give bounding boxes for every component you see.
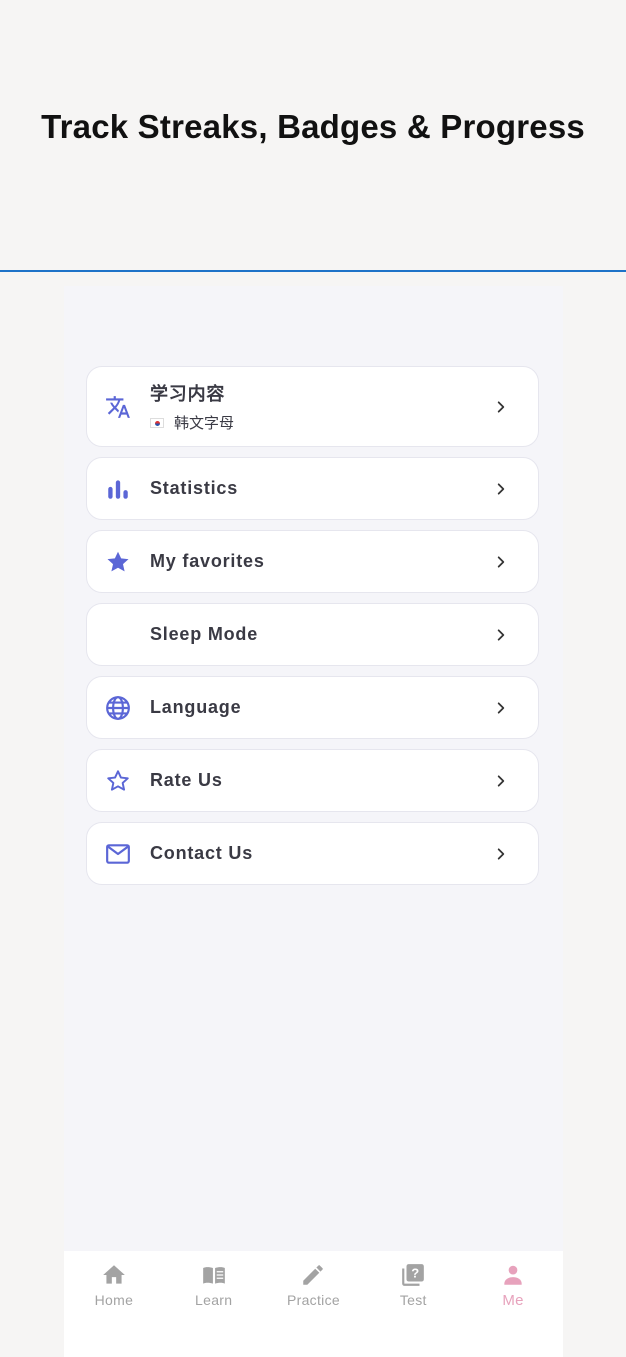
- app-screen: 学习内容 韩文字母 Statistics My favorites Sleep …: [64, 286, 563, 1357]
- menu-item-study-content[interactable]: 学习内容 韩文字母: [86, 366, 539, 447]
- chevron-right-icon: [494, 555, 508, 569]
- menu-label-language: Language: [150, 697, 242, 717]
- menu-item-sleep-mode[interactable]: Sleep Mode: [86, 603, 539, 666]
- moon-icon: [104, 621, 132, 649]
- korea-flag-icon: [150, 417, 164, 428]
- menu-item-statistics[interactable]: Statistics: [86, 457, 539, 520]
- tab-learn[interactable]: Learn: [164, 1251, 264, 1357]
- menu-item-rate-us[interactable]: Rate Us: [86, 749, 539, 812]
- menu-item-contact-us[interactable]: Contact Us: [86, 822, 539, 885]
- menu-label-sleep-mode: Sleep Mode: [150, 624, 259, 644]
- tab-practice[interactable]: Practice: [264, 1251, 364, 1357]
- tab-me[interactable]: Me: [463, 1251, 563, 1357]
- menu-sublabel-study-content: 韩文字母: [174, 415, 235, 432]
- star-outline-icon: [104, 767, 132, 795]
- chevron-right-icon: [494, 847, 508, 861]
- home-icon: [103, 1265, 125, 1284]
- menu-label-rate-us: Rate Us: [150, 770, 223, 790]
- pencil-icon: [303, 1265, 324, 1285]
- translate-icon: [104, 393, 132, 421]
- tab-label-learn: Learn: [195, 1292, 233, 1308]
- tab-label-me: Me: [502, 1292, 524, 1309]
- bottom-tab-bar: Home Learn Practice ? Test Me: [64, 1251, 563, 1357]
- tab-label-test: Test: [399, 1292, 427, 1308]
- bar-chart-icon: [104, 475, 132, 503]
- menu-item-favorites[interactable]: My favorites: [86, 530, 539, 593]
- tab-test[interactable]: ? Test: [363, 1251, 463, 1357]
- svg-text:?: ?: [411, 1266, 419, 1281]
- menu-label-statistics: Statistics: [150, 478, 239, 498]
- promo-headline: Track Streaks, Badges & Progress: [41, 108, 585, 145]
- person-icon: [504, 1265, 522, 1285]
- menu-item-language[interactable]: Language: [86, 676, 539, 739]
- tab-home[interactable]: Home: [64, 1251, 164, 1357]
- tab-label-home: Home: [94, 1292, 134, 1308]
- mail-icon: [104, 840, 132, 868]
- chevron-right-icon: [494, 774, 508, 788]
- menu-label-contact-us: Contact Us: [150, 843, 254, 863]
- chevron-right-icon: [494, 701, 508, 715]
- settings-menu: 学习内容 韩文字母 Statistics My favorites Sleep …: [86, 366, 539, 895]
- chevron-right-icon: [494, 482, 508, 496]
- globe-icon: [104, 694, 132, 722]
- quiz-icon: ?: [402, 1264, 425, 1286]
- chevron-right-icon: [494, 400, 508, 414]
- menu-label-study-content: 学习内容: [150, 384, 226, 404]
- menu-label-favorites: My favorites: [150, 551, 265, 571]
- tab-label-practice: Practice: [287, 1292, 340, 1308]
- book-icon: [202, 1267, 225, 1284]
- star-filled-icon: [104, 548, 132, 576]
- divider-line: [0, 270, 626, 272]
- page: Track Streaks, Badges & Progress 学习内容 韩文…: [0, 0, 626, 1357]
- chevron-right-icon: [494, 628, 508, 642]
